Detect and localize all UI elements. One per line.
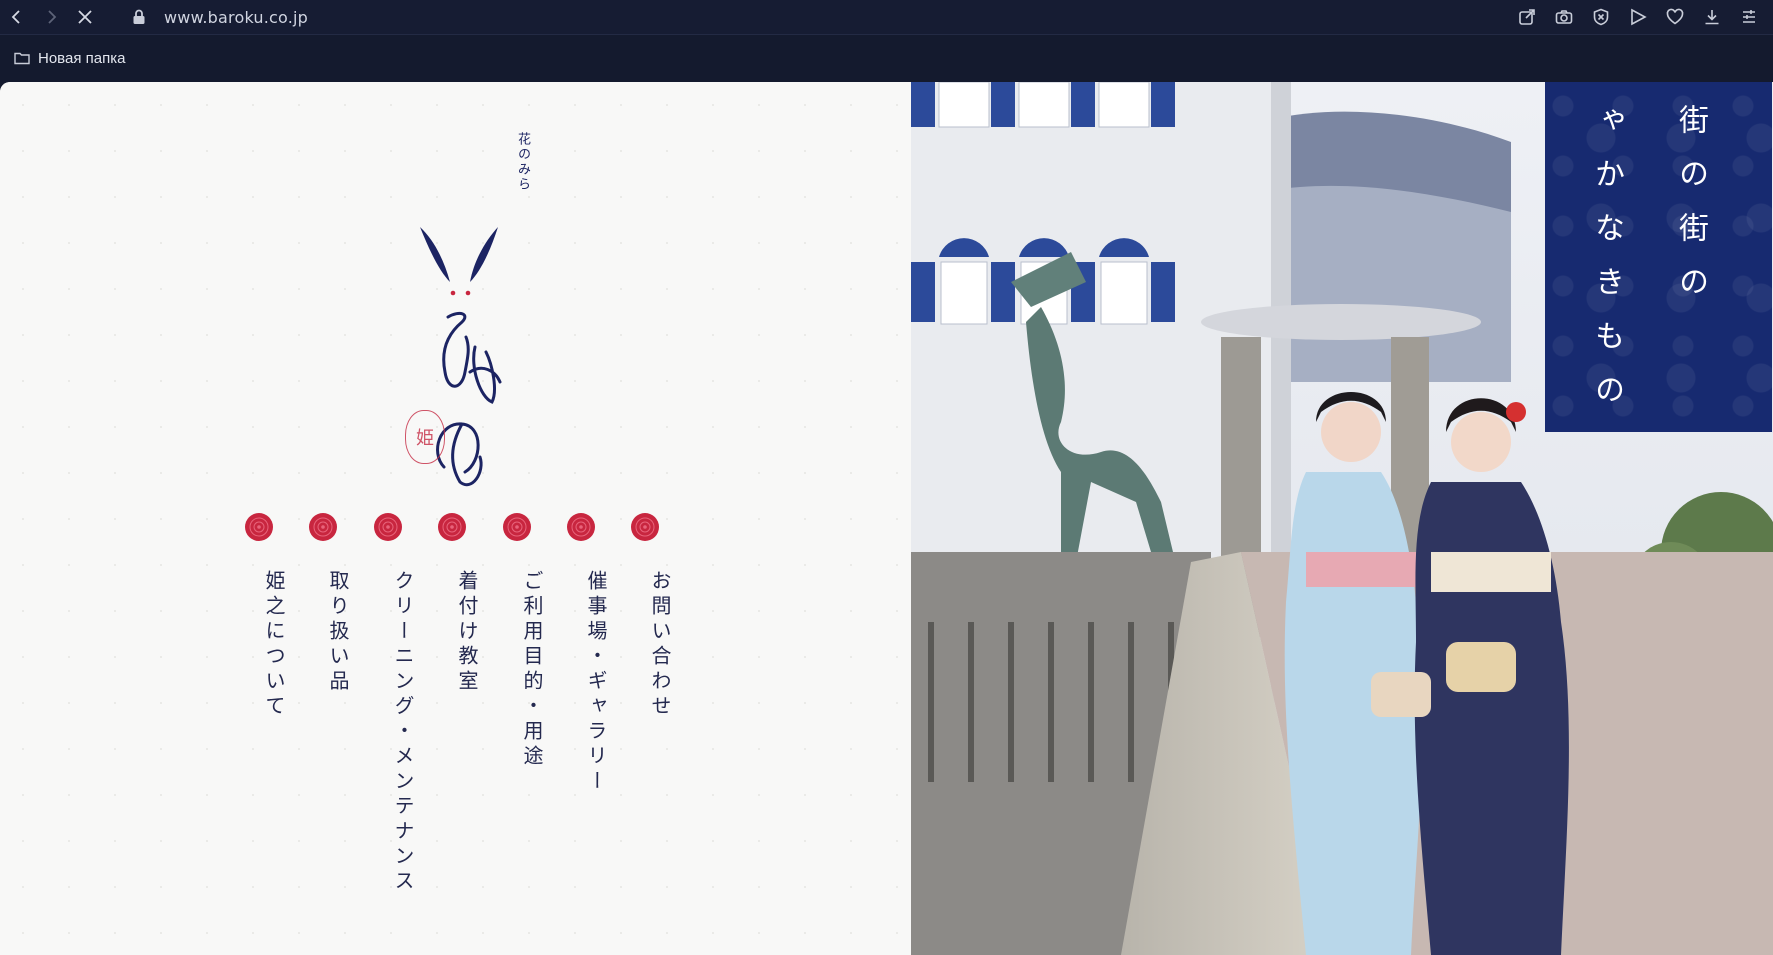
- vertical-banner: 街の街の ゃかなきもの: [1545, 82, 1772, 432]
- seal-text: 姫: [416, 428, 434, 449]
- back-button[interactable]: [0, 0, 34, 34]
- site-logo[interactable]: 花のみら 姫: [400, 132, 550, 532]
- address-bar[interactable]: www.baroku.co.jp: [164, 8, 308, 27]
- nav-contact[interactable]: お問い合わせ: [630, 512, 690, 720]
- banner-column-1: 街の街の: [1673, 104, 1708, 320]
- nav-dressing-class[interactable]: 着付け教室: [437, 512, 497, 695]
- adblock-button[interactable]: [1582, 0, 1619, 34]
- download-button[interactable]: [1693, 0, 1730, 34]
- nav-cleaning[interactable]: クリーニング・メンテナンス: [373, 512, 433, 895]
- bookmarks-bar: Новая папка: [0, 35, 1773, 81]
- shield-icon: [1593, 8, 1608, 26]
- menu-icon: [1742, 10, 1755, 23]
- folder-icon: [14, 52, 30, 65]
- share-button[interactable]: [1508, 0, 1545, 34]
- flower-icon: [374, 513, 402, 541]
- nav-about-label: 姫之について: [262, 570, 286, 720]
- heart-icon: [1666, 8, 1683, 25]
- send-icon: [1630, 8, 1647, 26]
- nav-about[interactable]: 姫之について: [244, 512, 304, 720]
- stop-icon: [78, 10, 92, 24]
- logo-seal: 姫: [405, 410, 445, 464]
- browser-toolbar: www.baroku.co.jp: [0, 0, 1773, 35]
- flower-icon: [309, 513, 337, 541]
- bookmark-folder-label: Новая папка: [38, 49, 126, 67]
- download-icon: [1705, 10, 1718, 25]
- favorites-button[interactable]: [1656, 0, 1693, 34]
- flower-icon: [503, 513, 531, 541]
- screenshot-button[interactable]: [1545, 0, 1582, 34]
- toolbar-actions: [1508, 0, 1767, 34]
- flower-icon: [245, 513, 273, 541]
- flower-icon: [438, 513, 466, 541]
- nav-products[interactable]: 取り扱い品: [308, 512, 368, 695]
- rabbit-ears-graphic: [420, 227, 502, 486]
- flower-icon: [631, 513, 659, 541]
- back-icon: [11, 10, 20, 24]
- nav-gallery-label: 催事場・ギャラリー: [584, 570, 608, 795]
- left-pane: 花のみら 姫 お問い合わせ 催事場・ギャラリー ご利用目的・用途 着付け教室 ク…: [0, 82, 911, 955]
- camera-icon: [1555, 10, 1572, 24]
- flower-icon: [567, 513, 595, 541]
- nav-purpose-label: ご利用目的・用途: [520, 570, 544, 770]
- send-button[interactable]: [1619, 0, 1656, 34]
- nav-cleaning-label: クリーニング・メンテナンス: [391, 570, 415, 895]
- nav-contact-label: お問い合わせ: [648, 570, 672, 720]
- lock-icon: [132, 7, 148, 27]
- page-viewport: 花のみら 姫 お問い合わせ 催事場・ギャラリー ご利用目的・用途 着付け教室 ク…: [0, 82, 1773, 955]
- forward-icon: [48, 10, 57, 24]
- nav-gallery[interactable]: 催事場・ギャラリー: [566, 512, 626, 795]
- nav-products-label: 取り扱い品: [326, 570, 350, 695]
- share-icon: [1518, 9, 1535, 25]
- stop-button[interactable]: [68, 0, 102, 34]
- nav-purpose[interactable]: ご利用目的・用途: [502, 512, 562, 770]
- banner-column-2: ゃかなきもの: [1589, 104, 1624, 428]
- forward-button[interactable]: [34, 0, 68, 34]
- bookmark-folder[interactable]: Новая папка: [14, 50, 125, 67]
- logo-subtitle: 花のみら: [515, 132, 530, 192]
- nav-dressing-class-label: 着付け教室: [455, 570, 479, 695]
- menu-button[interactable]: [1730, 0, 1767, 34]
